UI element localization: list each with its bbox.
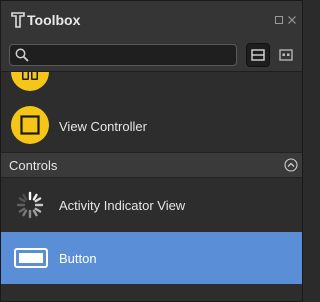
close-icon[interactable]	[288, 16, 296, 24]
search-input[interactable]	[34, 47, 232, 63]
toolbox-list: View Controller Controls Activity Indica…	[1, 72, 302, 301]
grid-view-button[interactable]	[274, 43, 298, 67]
section-label-controls: Controls	[9, 158, 58, 173]
toolbox-panel: Toolbox View Controller Controls Activit…	[0, 0, 303, 302]
grid-view-icon	[279, 49, 293, 61]
activity-indicator-icon	[16, 191, 44, 219]
search-icon	[15, 48, 29, 62]
partial-item-icon	[11, 72, 49, 91]
list-view-icon	[251, 49, 265, 61]
view-controller-label: View Controller	[59, 119, 147, 134]
title-bar: Toolbox	[1, 1, 302, 39]
list-item-activity-indicator-view[interactable]: Activity Indicator View	[1, 178, 302, 230]
list-view-button[interactable]	[246, 43, 270, 67]
section-header-controls[interactable]: Controls	[1, 152, 302, 178]
list-item-view-controller[interactable]: View Controller	[1, 100, 302, 152]
maximize-icon[interactable]	[275, 16, 283, 24]
activity-indicator-view-label: Activity Indicator View	[59, 198, 186, 213]
search-field[interactable]	[9, 44, 237, 66]
list-item-button[interactable]: Button	[1, 232, 302, 284]
view-controller-icon	[11, 106, 49, 144]
button-icon	[14, 248, 48, 268]
toolbox-logo-icon	[11, 12, 25, 28]
chevron-up-icon[interactable]	[284, 158, 298, 172]
list-item-partial[interactable]	[1, 72, 302, 98]
button-label: Button	[59, 251, 97, 266]
window-title: Toolbox	[27, 12, 81, 28]
